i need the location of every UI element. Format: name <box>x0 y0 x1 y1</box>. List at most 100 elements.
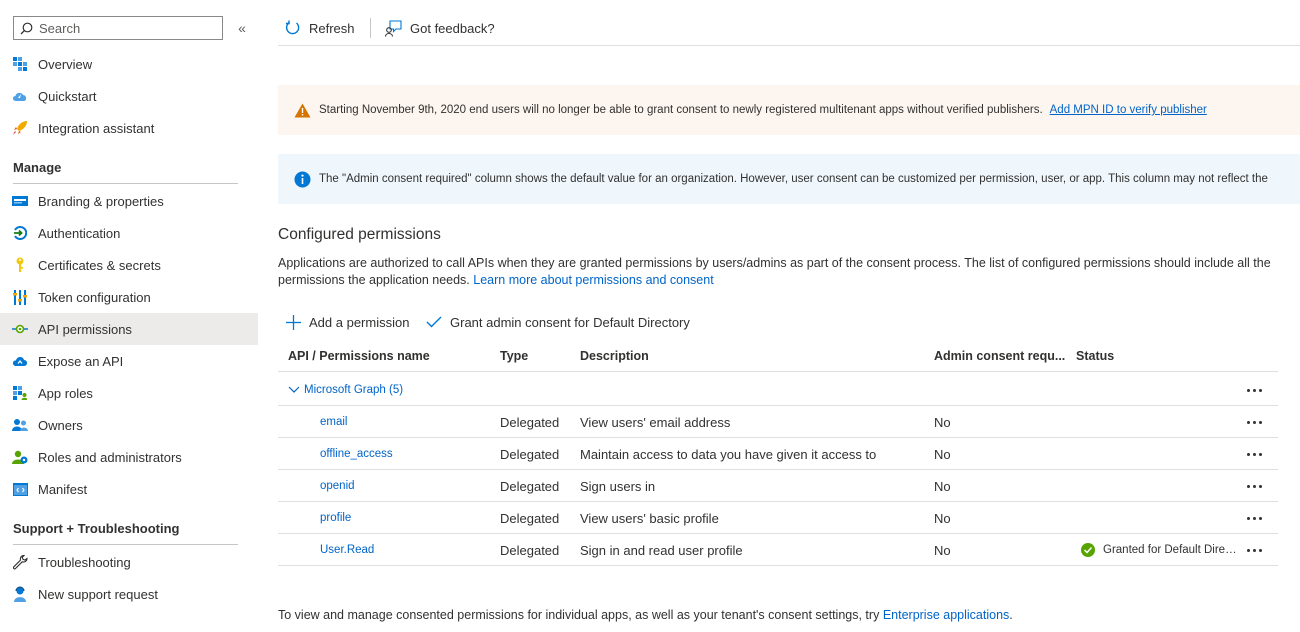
feedback-button[interactable]: Got feedback? <box>385 16 495 40</box>
manifest-icon <box>12 481 28 497</box>
sidebar-item-integration-assistant[interactable]: Integration assistant <box>0 112 258 144</box>
permission-name-link[interactable]: profile <box>320 512 351 524</box>
cloud-icon <box>12 353 28 369</box>
divider <box>13 183 238 184</box>
toolbar-separator <box>370 18 371 38</box>
feedback-label: Got feedback? <box>410 20 495 36</box>
more-options-button[interactable] <box>1242 374 1266 406</box>
admin-consent-cell: No <box>934 478 951 494</box>
toolbar: Refresh Got feedback? <box>278 0 1300 46</box>
permission-name-link[interactable]: openid <box>320 480 355 492</box>
key-icon <box>12 257 28 273</box>
description-cell: View users' basic profile <box>580 510 719 526</box>
permission-name-link[interactable]: User.Read <box>320 544 374 556</box>
sidebar-item-label: Authentication <box>38 225 121 241</box>
ellipsis-icon <box>1246 484 1262 488</box>
branding-icon <box>12 193 28 209</box>
sidebar-item-label: App roles <box>38 385 93 401</box>
add-permission-button[interactable]: Add a permission <box>286 312 409 332</box>
sidebar-item-label: Integration assistant <box>38 120 155 136</box>
description-cell: Maintain access to data you have given i… <box>580 446 877 462</box>
sidebar-item-branding[interactable]: Branding & properties <box>0 185 258 217</box>
app-roles-icon <box>12 385 28 401</box>
description-cell: Sign in and read user profile <box>580 542 743 558</box>
table-row: email Delegated View users' email addres… <box>278 406 1278 438</box>
sidebar-item-label: Token configuration <box>38 289 151 305</box>
search-icon <box>20 22 33 34</box>
more-options-button[interactable] <box>1242 470 1266 502</box>
more-options-button[interactable] <box>1242 502 1266 534</box>
token-config-icon <box>12 289 28 305</box>
more-options-button[interactable] <box>1242 406 1266 438</box>
sidebar-item-manifest[interactable]: Manifest <box>0 473 258 505</box>
plus-icon <box>286 314 301 330</box>
ellipsis-icon <box>1246 548 1262 552</box>
page-section-title: Configured permissions <box>278 226 441 243</box>
warning-text: Starting November 9th, 2020 end users wi… <box>319 104 1043 116</box>
column-header[interactable]: Admin consent requ... <box>934 340 1065 372</box>
checkmark-icon <box>426 316 442 328</box>
search-box[interactable] <box>13 16 223 40</box>
sidebar-item-label: Roles and administrators <box>38 449 182 465</box>
enterprise-applications-link[interactable]: Enterprise applications <box>883 608 1009 622</box>
feedback-icon <box>385 19 402 37</box>
footer-period: . <box>1009 608 1013 622</box>
sidebar-item-quickstart[interactable]: Quickstart <box>0 80 258 112</box>
refresh-button[interactable]: Refresh <box>285 16 355 40</box>
type-cell: Delegated <box>500 478 560 494</box>
sidebar-item-token-configuration[interactable]: Token configuration <box>0 281 258 313</box>
column-header[interactable]: Type <box>500 340 528 372</box>
warning-banner: Starting November 9th, 2020 end users wi… <box>278 85 1300 135</box>
owners-icon <box>12 417 28 433</box>
learn-more-link[interactable]: Learn more about permissions and consent <box>473 273 713 287</box>
sidebar-item-owners[interactable]: Owners <box>0 409 258 441</box>
permission-name-link[interactable]: email <box>320 416 347 428</box>
ellipsis-icon <box>1246 516 1262 520</box>
more-options-button[interactable] <box>1242 534 1266 566</box>
sidebar-item-authentication[interactable]: Authentication <box>0 217 258 249</box>
column-header[interactable]: Description <box>580 340 649 372</box>
permission-name-link[interactable]: offline_access <box>320 448 393 460</box>
admin-consent-cell: No <box>934 414 951 430</box>
sidebar-item-certificates[interactable]: Certificates & secrets <box>0 249 258 281</box>
table-header: API / Permissions name Type Description … <box>278 340 1278 372</box>
grant-admin-consent-button[interactable]: Grant admin consent for Default Director… <box>426 312 690 332</box>
type-cell: Delegated <box>500 542 560 558</box>
sidebar-item-expose-api[interactable]: Expose an API <box>0 345 258 377</box>
sidebar-item-new-support-request[interactable]: New support request <box>0 578 258 610</box>
sidebar-item-troubleshooting[interactable]: Troubleshooting <box>0 546 258 578</box>
more-options-button[interactable] <box>1242 438 1266 470</box>
sidebar-item-label: Owners <box>38 417 83 433</box>
sidebar-item-roles-administrators[interactable]: Roles and administrators <box>0 441 258 473</box>
manage-heading: Manage <box>13 160 62 175</box>
description-text: Applications are authorized to call APIs… <box>278 256 1271 287</box>
column-header[interactable]: Status <box>1076 340 1114 372</box>
description-cell: View users' email address <box>580 414 731 430</box>
grant-admin-consent-label: Grant admin consent for Default Director… <box>450 314 690 330</box>
add-mpn-id-link[interactable]: Add MPN ID to verify publisher <box>1050 104 1207 116</box>
sidebar-item-label: Troubleshooting <box>38 554 131 570</box>
search-input[interactable] <box>39 20 209 36</box>
column-header[interactable]: API / Permissions name <box>288 340 430 372</box>
group-toggle[interactable]: Microsoft Graph (5) <box>288 374 403 406</box>
sidebar-item-label: Expose an API <box>38 353 124 369</box>
group-label[interactable]: Microsoft Graph (5) <box>304 384 403 396</box>
sidebar-item-overview[interactable]: Overview <box>0 48 258 80</box>
quickstart-icon <box>12 88 28 104</box>
ellipsis-icon <box>1246 388 1262 392</box>
info-text: The "Admin consent required" column show… <box>319 173 1268 185</box>
info-icon <box>294 171 311 187</box>
sidebar-item-api-permissions[interactable]: API permissions <box>0 313 258 345</box>
success-check-icon <box>1081 543 1095 557</box>
ellipsis-icon <box>1246 420 1262 424</box>
main-content: Refresh Got feedback? Starting November … <box>278 0 1300 632</box>
type-cell: Delegated <box>500 510 560 526</box>
type-cell: Delegated <box>500 414 560 430</box>
ellipsis-icon <box>1246 452 1262 456</box>
wrench-icon <box>12 554 28 570</box>
table-row: User.Read Delegated Sign in and read use… <box>278 534 1278 566</box>
collapse-sidebar-button[interactable]: « <box>234 18 250 38</box>
sidebar-item-app-roles[interactable]: App roles <box>0 377 258 409</box>
sidebar-item-label: New support request <box>38 586 158 602</box>
roles-icon <box>12 449 28 465</box>
